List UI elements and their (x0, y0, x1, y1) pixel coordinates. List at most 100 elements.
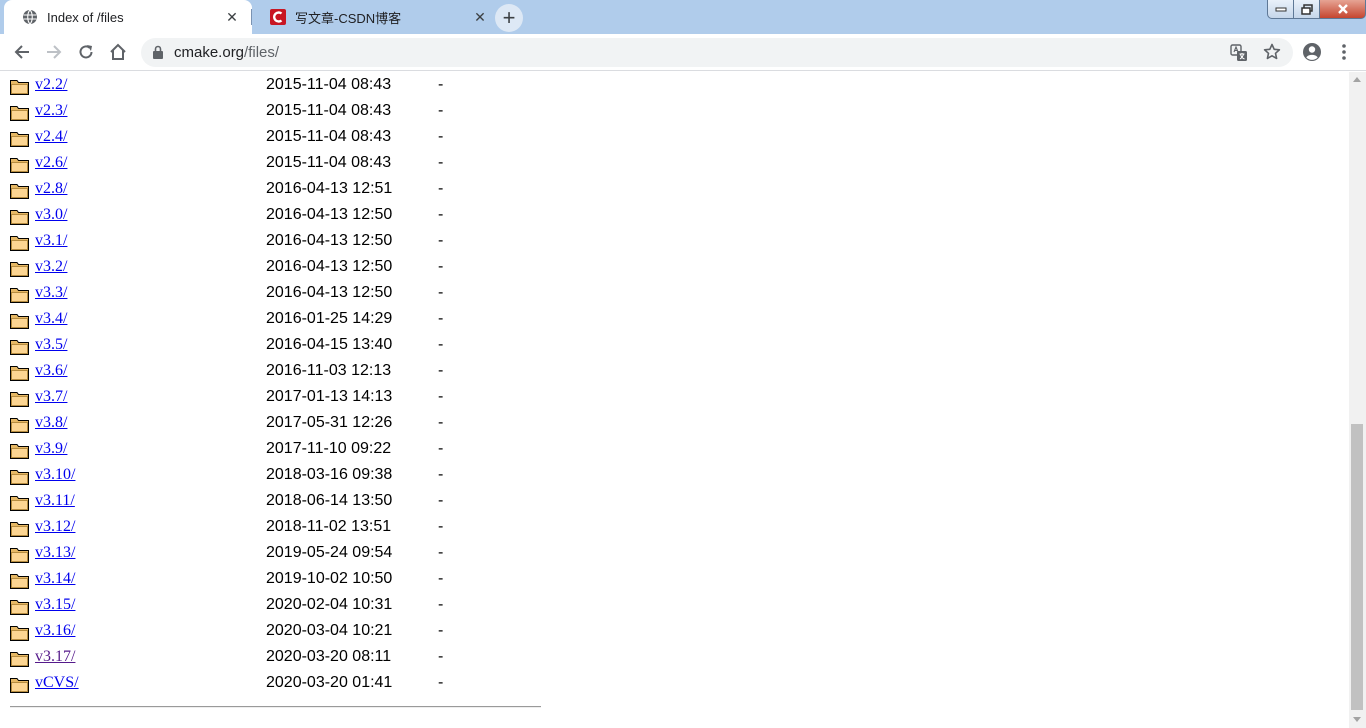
list-item: vCVS/ 2020-03-20 01:41 - (10, 671, 470, 697)
directory-link[interactable]: v3.16/ (35, 622, 75, 640)
window-controls (1267, 0, 1366, 20)
directory-link[interactable]: v3.10/ (35, 466, 75, 484)
home-button[interactable] (104, 38, 132, 66)
directory-link[interactable]: v3.1/ (35, 232, 67, 250)
tab-title: 写文章-CSDN博客 (295, 10, 402, 26)
list-item: v2.4/ 2015-11-04 08:43 - (10, 125, 470, 151)
directory-link[interactable]: v3.11/ (35, 492, 75, 510)
file-size: - (438, 544, 444, 561)
horizontal-rule (10, 706, 541, 708)
folder-icon (10, 130, 30, 152)
last-modified: 2016-04-13 12:51 (266, 180, 393, 197)
folder-icon (10, 208, 30, 230)
tab-index-of-files[interactable]: Index of /files ✕ (4, 0, 252, 34)
list-item: v3.5/ 2016-04-15 13:40 - (10, 333, 470, 359)
folder-icon (10, 390, 30, 412)
directory-link[interactable]: v3.4/ (35, 310, 67, 328)
last-modified: 2015-11-04 08:43 (266, 76, 392, 93)
list-item: v3.13/ 2019-05-24 09:54 - (10, 541, 470, 567)
bookmark-star-icon[interactable] (1263, 43, 1281, 66)
file-size: - (438, 310, 444, 327)
list-item: v2.6/ 2015-11-04 08:43 - (10, 151, 470, 177)
scroll-up-arrow-icon[interactable] (1353, 77, 1361, 82)
browser-titlebar: Index of /files ✕ 写文章-CSDN博客 ✕ + (0, 0, 1366, 34)
directory-link[interactable]: v3.8/ (35, 414, 67, 432)
last-modified: 2016-04-13 12:50 (266, 206, 393, 223)
last-modified: 2016-04-15 13:40 (266, 336, 393, 353)
last-modified: 2018-11-02 13:51 (266, 518, 392, 535)
file-size: - (438, 180, 444, 197)
tab-csdn[interactable]: 写文章-CSDN博客 ✕ (252, 0, 500, 34)
folder-icon (10, 234, 30, 256)
translate-icon[interactable] (1230, 44, 1248, 67)
back-button[interactable] (8, 38, 36, 66)
directory-link[interactable]: v2.8/ (35, 180, 67, 198)
folder-icon (10, 676, 30, 698)
file-size: - (438, 206, 444, 223)
list-item: v3.6/ 2016-11-03 12:13 - (10, 359, 470, 385)
directory-link[interactable]: v3.6/ (35, 362, 67, 380)
file-size: - (438, 440, 444, 457)
last-modified: 2017-11-10 09:22 (266, 440, 392, 457)
home-icon (110, 43, 126, 60)
folder-icon (10, 416, 30, 438)
vertical-scrollbar[interactable] (1349, 72, 1366, 728)
scrollbar-thumb[interactable] (1351, 424, 1363, 710)
file-size: - (438, 674, 444, 691)
url-host: cmake.org (174, 44, 245, 61)
last-modified: 2016-01-25 14:29 (266, 310, 393, 327)
folder-icon (10, 104, 30, 126)
tab-close-icon[interactable]: ✕ (472, 9, 488, 25)
folder-icon (10, 182, 30, 204)
directory-link[interactable]: v3.0/ (35, 206, 67, 224)
file-size: - (438, 154, 444, 171)
directory-link[interactable]: v3.12/ (35, 518, 75, 536)
directory-link[interactable]: v3.14/ (35, 570, 75, 588)
directory-link[interactable]: v2.6/ (35, 154, 67, 172)
folder-icon (10, 624, 30, 646)
last-modified: 2017-01-13 14:13 (266, 388, 393, 405)
list-item: v2.8/ 2016-04-13 12:51 - (10, 177, 470, 203)
minimize-button[interactable] (1267, 0, 1294, 19)
window-close-button[interactable] (1320, 0, 1366, 19)
last-modified: 2019-05-24 09:54 (266, 544, 393, 561)
directory-link[interactable]: v3.7/ (35, 388, 67, 406)
forward-button[interactable] (40, 38, 68, 66)
folder-icon (10, 338, 30, 360)
minimize-icon (1275, 7, 1286, 12)
folder-icon (10, 156, 30, 178)
directory-link[interactable]: v3.2/ (35, 258, 67, 276)
scroll-down-arrow-icon[interactable] (1353, 717, 1361, 722)
directory-link[interactable]: v2.3/ (35, 102, 67, 120)
file-size: - (438, 466, 444, 483)
restore-button[interactable] (1294, 0, 1320, 19)
directory-link[interactable]: v3.17/ (35, 648, 75, 666)
list-item: v3.1/ 2016-04-13 12:50 - (10, 229, 470, 255)
directory-link[interactable]: v2.2/ (35, 76, 67, 94)
last-modified: 2016-11-03 12:13 (266, 362, 392, 379)
last-modified: 2015-11-04 08:43 (266, 102, 392, 119)
lock-icon[interactable] (152, 45, 164, 64)
list-item: v3.17/ 2020-03-20 08:11 - (10, 645, 470, 671)
profile-button[interactable] (1298, 38, 1326, 66)
account-circle-icon (1303, 43, 1321, 61)
directory-link[interactable]: vCVS/ (35, 674, 79, 692)
address-bar[interactable]: cmake.org/files/ (141, 38, 1293, 67)
directory-link[interactable]: v3.3/ (35, 284, 67, 302)
list-item: v3.14/ 2019-10-02 10:50 - (10, 567, 470, 593)
new-tab-button[interactable]: + (495, 4, 523, 32)
list-item: v2.3/ 2015-11-04 08:43 - (10, 99, 470, 125)
directory-link[interactable]: v3.15/ (35, 596, 75, 614)
menu-button[interactable] (1330, 38, 1358, 66)
directory-link[interactable]: v3.5/ (35, 336, 67, 354)
directory-link[interactable]: v3.13/ (35, 544, 75, 562)
directory-link[interactable]: v2.4/ (35, 128, 67, 146)
reload-button[interactable] (72, 38, 100, 66)
list-item: v3.0/ 2016-04-13 12:50 - (10, 203, 470, 229)
directory-link[interactable]: v3.9/ (35, 440, 67, 458)
list-item: v3.2/ 2016-04-13 12:50 - (10, 255, 470, 281)
file-size: - (438, 648, 444, 665)
url-text[interactable]: cmake.org/files/ (174, 44, 279, 61)
tab-close-icon[interactable]: ✕ (224, 9, 240, 25)
file-size: - (438, 232, 444, 249)
